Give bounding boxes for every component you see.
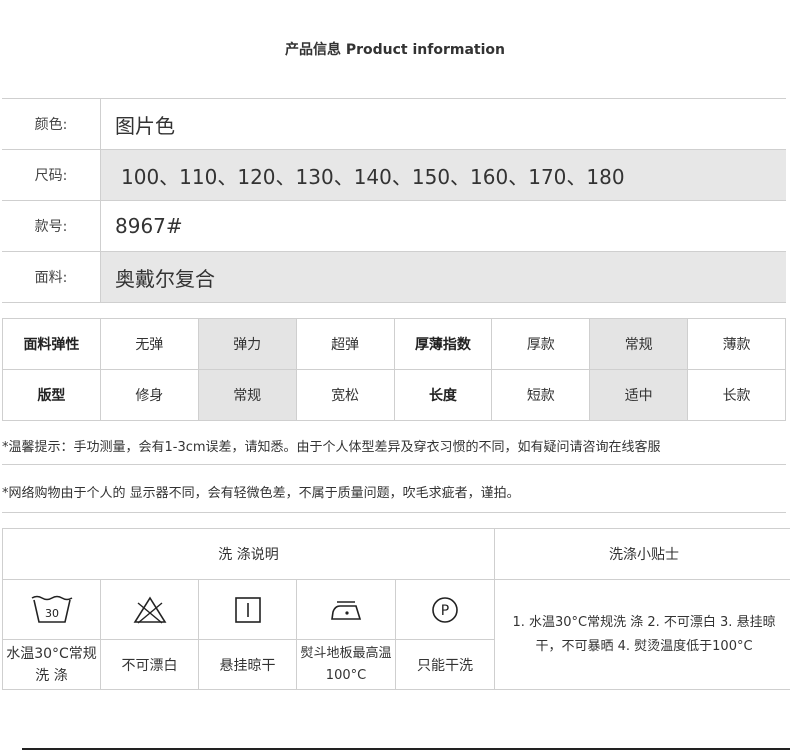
spec-row-elasticity: 面料弹性 无弹 弹力 超弹 厚薄指数 厚款 常规 薄款 <box>2 318 786 370</box>
bottom-divider <box>22 748 790 750</box>
elasticity-option: 超弹 <box>295 318 395 370</box>
svg-text:30: 30 <box>45 607 59 620</box>
dry-clean-icon: P <box>394 579 496 640</box>
fabric-value: 奥戴尔复合 <box>115 266 215 291</box>
color-difference-note: *网络购物由于个人的 显示器不同，会有轻微色差，不属于质量问题，吹毛求疵者，谨拍… <box>2 486 520 501</box>
thickness-option: 厚款 <box>491 318 591 370</box>
hang-dry-label: 悬挂晾干 <box>198 639 297 690</box>
thickness-option-selected: 常规 <box>589 318 689 370</box>
wash-header-row: 洗 涤说明 洗涤小贴士 <box>1 528 790 580</box>
wash-icon-row: 30 P 1. 水温30°C常规洗 涤 2. 不可漂白 3. 悬挂晾 干，不可暴… <box>2 579 790 690</box>
measurement-note: *温馨提示：手功测量，会有1-3cm误差，请知悉。由于个人体型差异及穿衣习惯的不… <box>2 440 661 455</box>
wash-30-label-line: 洗 涤 <box>35 667 68 684</box>
length-option-selected: 适中 <box>589 369 689 421</box>
color-value: 图片色 <box>115 113 175 138</box>
elasticity-option: 无弹 <box>99 318 199 370</box>
fit-option-selected: 常规 <box>197 369 297 421</box>
spec-table: 面料弹性 无弹 弹力 超弹 厚薄指数 厚款 常规 薄款 版型 修身 常规 宽松 … <box>2 318 786 421</box>
basic-info-table: 颜色: 图片色 尺码: 100、110、120、130、140、150、160、… <box>2 98 786 303</box>
fit-label: 版型 <box>2 369 101 421</box>
wash-instructions-header: 洗 涤说明 <box>1 528 496 580</box>
wash-30-icon: 30 <box>2 579 101 640</box>
iron-icon <box>296 579 396 640</box>
fit-option: 修身 <box>99 369 199 421</box>
wash-tips-line: 1. 水温30°C常规洗 涤 2. 不可漂白 3. 悬挂晾 <box>512 614 776 630</box>
style-number-row: 款号: 8967# <box>2 201 786 252</box>
wash-tips-header: 洗涤小贴士 <box>494 528 790 580</box>
washing-table: 洗 涤说明 洗涤小贴士 30 P 1. 水温30°C常规洗 涤 2. 不可漂白 … <box>1 528 790 690</box>
color-row: 颜色: 图片色 <box>2 99 786 150</box>
length-option: 短款 <box>491 369 591 421</box>
wash-tips-text: 1. 水温30°C常规洗 涤 2. 不可漂白 3. 悬挂晾 干，不可暴晒 4. … <box>494 579 790 690</box>
thickness-option: 薄款 <box>687 318 786 370</box>
spec-row-fit: 版型 修身 常规 宽松 长度 短款 适中 长款 <box>2 369 786 421</box>
size-row: 尺码: 100、110、120、130、140、150、160、170、180 <box>2 150 786 201</box>
color-label: 颜色: <box>2 99 101 149</box>
no-bleach-label: 不可漂白 <box>100 639 199 690</box>
divider <box>2 512 786 513</box>
hang-dry-icon <box>198 579 297 640</box>
thickness-label: 厚薄指数 <box>393 318 493 370</box>
style-number-label: 款号: <box>2 201 101 251</box>
size-value: 100、110、120、130、140、150、160、170、180 <box>121 164 625 189</box>
wash-30-label: 水温30°C常规 洗 涤 <box>2 639 101 690</box>
iron-label-line: 熨斗地板最高温 <box>300 645 392 661</box>
wash-30-label-line: 水温30°C常规 <box>6 645 97 662</box>
elasticity-option-selected: 弹力 <box>197 318 297 370</box>
no-bleach-icon <box>100 579 199 640</box>
fit-option: 宽松 <box>295 369 395 421</box>
style-number-value: 8967# <box>115 214 183 238</box>
length-label: 长度 <box>393 369 493 421</box>
wash-tips-line: 干，不可暴晒 4. 熨烫温度低于100°C <box>535 638 753 654</box>
dry-clean-label: 只能干洗 <box>394 639 496 690</box>
fabric-label: 面料: <box>2 252 101 302</box>
size-label: 尺码: <box>2 150 101 200</box>
iron-label: 熨斗地板最高温 100°C <box>296 639 396 690</box>
svg-text:P: P <box>441 603 449 619</box>
page-title: 产品信息 Product information <box>284 42 505 58</box>
length-option: 长款 <box>687 369 786 421</box>
elasticity-label: 面料弹性 <box>2 318 101 370</box>
fabric-row: 面料: 奥戴尔复合 <box>2 252 786 303</box>
iron-label-line: 100°C <box>325 667 367 683</box>
divider <box>2 464 786 465</box>
